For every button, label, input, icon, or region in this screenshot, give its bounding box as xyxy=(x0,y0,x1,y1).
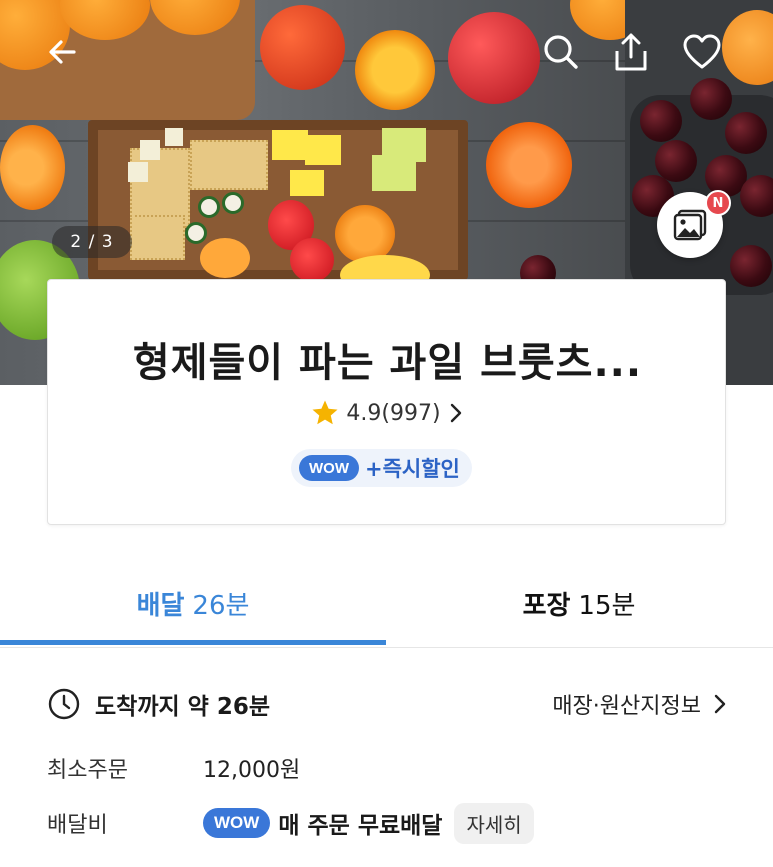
image-counter: 2 / 3 xyxy=(52,226,132,258)
kimbap xyxy=(222,192,244,214)
pineapple-chunk xyxy=(290,170,324,196)
orange-slice xyxy=(355,30,435,110)
cracker xyxy=(130,215,185,260)
cracker xyxy=(190,140,268,190)
min-order-value: 12,000원 xyxy=(203,758,301,783)
wow-badge: WOW xyxy=(203,808,271,838)
star-icon xyxy=(312,400,338,425)
share-icon xyxy=(615,33,647,71)
tab-delivery-time: 26분 xyxy=(192,590,250,621)
heart-icon xyxy=(683,34,721,69)
melon-chunk xyxy=(382,128,426,162)
store-origin-info-label: 매장·원산지정보 xyxy=(552,694,701,719)
kimbap xyxy=(198,196,220,218)
store-origin-info-link[interactable]: 매장·원산지정보 xyxy=(552,684,729,724)
orange-slice xyxy=(0,125,65,210)
tomato-fruit xyxy=(260,5,345,90)
back-arrow-icon xyxy=(49,40,76,64)
strawberry xyxy=(290,238,334,282)
chevron-right-icon xyxy=(450,403,461,423)
pineapple-chunk xyxy=(305,135,341,165)
wow-discount-badge: WOW +즉시할인 xyxy=(291,449,472,487)
delivery-fee-row: 배달비 WOW 매 주문 무료배달 자세히 xyxy=(47,802,534,844)
detail-button[interactable]: 자세히 xyxy=(454,802,534,844)
active-tab-indicator xyxy=(0,640,386,645)
search-button[interactable] xyxy=(537,28,585,76)
orange-slice xyxy=(486,122,572,208)
kimbap xyxy=(185,222,207,244)
cherry xyxy=(730,245,772,287)
new-badge: N xyxy=(705,190,731,216)
clock-icon xyxy=(48,688,80,720)
tab-pickup-label: 포장 xyxy=(522,590,571,621)
instant-discount-label: +즉시할인 xyxy=(364,457,460,481)
cheese-cube xyxy=(140,140,160,160)
back-button[interactable] xyxy=(38,28,86,76)
delivery-fee-label: 배달비 xyxy=(47,813,108,838)
cheese-cube xyxy=(128,162,148,182)
favorite-button[interactable] xyxy=(678,28,726,76)
tab-pickup[interactable]: 포장 15분 xyxy=(386,560,772,646)
orange-slice xyxy=(200,238,250,278)
rating-link[interactable]: 4.9(997) xyxy=(48,398,727,428)
cherry xyxy=(725,112,767,154)
store-name: 형제들이 파는 과일 브룻츠... xyxy=(132,340,643,386)
free-delivery-text: 매 주문 무료배달 xyxy=(278,813,443,839)
search-icon xyxy=(544,35,578,69)
photo-review-icon xyxy=(673,209,707,241)
pineapple-chunk xyxy=(272,130,308,160)
rating-value: 4.9(997) xyxy=(346,400,441,426)
tab-pickup-time: 15분 xyxy=(578,590,636,621)
cheese-cube xyxy=(165,128,183,146)
order-type-tabs: 배달 26분 포장 15분 xyxy=(0,560,773,648)
cherry xyxy=(655,140,697,182)
cherry xyxy=(690,78,732,120)
min-order-label: 최소주문 xyxy=(47,758,128,783)
tab-delivery-label: 배달 xyxy=(136,590,185,621)
share-button[interactable] xyxy=(607,28,655,76)
wow-badge: WOW xyxy=(299,455,359,481)
chevron-right-icon xyxy=(714,694,726,714)
eta-text: 도착까지 약 26분 xyxy=(95,694,270,720)
store-info-card: 형제들이 파는 과일 브룻츠... 4.9(997) WOW +즉시할인 xyxy=(47,279,726,525)
apple-fruit xyxy=(448,12,540,104)
min-order-row: 최소주문 12,000원 xyxy=(47,748,300,788)
cherry xyxy=(640,100,682,142)
tab-delivery[interactable]: 배달 26분 xyxy=(0,560,386,646)
